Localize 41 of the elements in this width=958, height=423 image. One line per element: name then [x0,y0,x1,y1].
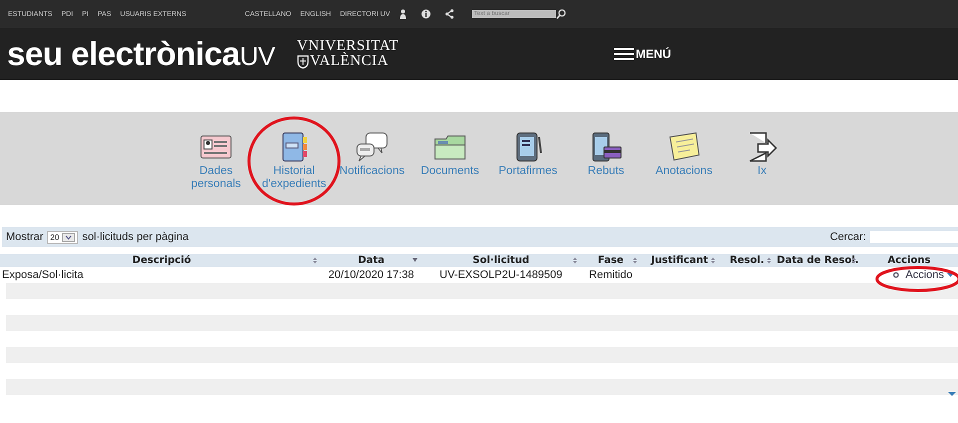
nav-label: Anotacions [656,165,712,178]
table-cell: Remitido [589,269,632,281]
caret-icon [948,392,956,396]
table-cell: Exposa/Sol·licita [2,269,84,281]
chat-bubbles-icon [356,131,388,163]
table-cell: 20/10/2020 17:38 [328,269,414,281]
nav-label: Notificacions [339,165,405,178]
university-name: VALÈNCIA [310,54,389,69]
column-header[interactable]: Fase [598,255,624,266]
search-icon[interactable] [556,9,566,19]
menu-button[interactable]: MENÚ [614,47,672,61]
gear-icon[interactable] [893,272,900,278]
nav-label: Documents [420,165,480,178]
shield-icon [296,54,309,68]
site-logo[interactable]: seu electrònicaUV [7,35,275,73]
info-icon[interactable] [421,9,431,19]
column-header[interactable]: Data [358,255,385,266]
menu-icon [614,47,634,61]
nav-label: Portafirmes [498,165,558,178]
search-field[interactable] [870,231,958,243]
dropdown-icon [62,232,76,242]
user-icon[interactable] [399,9,407,19]
nav-label: Dades personals [190,165,242,191]
show-label: Mostrar [6,231,44,243]
column-header[interactable]: Data de Resol. [776,255,859,266]
column-header[interactable]: Accions [888,255,931,266]
column-header[interactable]: Justificant [651,255,708,266]
share-icon[interactable] [445,9,454,19]
table-cell: UV-EXSOLP2U-1489509 [440,269,562,281]
column-header[interactable]: Resol. [730,255,764,266]
column-header[interactable]: Descripció [132,255,192,266]
column-header[interactable]: Sol·licitud [472,255,530,266]
nav-label: Rebuts [588,165,624,178]
per-page-label: sol·licituds per pàgina [82,231,189,243]
caret-icon [947,273,954,277]
phone-card-icon [590,131,622,163]
sticky-note-icon [668,131,700,163]
nav-label: Ix [758,165,766,178]
page-size-select[interactable]: 20 [47,230,78,244]
search-label: Cercar: [830,231,866,243]
nav-label: Historial d'expedients [262,165,326,191]
